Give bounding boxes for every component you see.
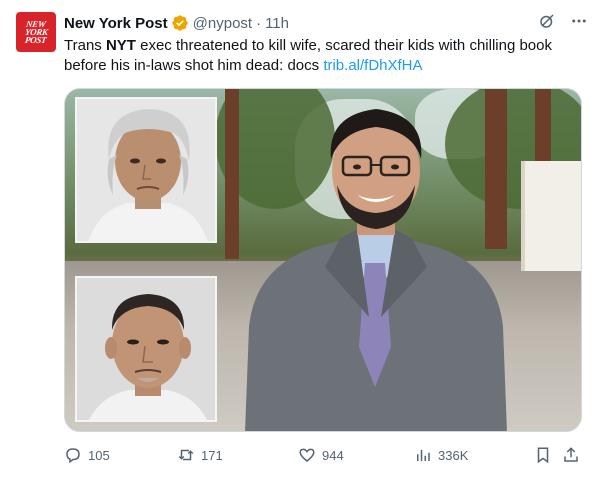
bookmark-button[interactable] bbox=[534, 444, 552, 466]
reply-button[interactable]: 105 bbox=[64, 444, 110, 466]
author-handle[interactable]: @nypost bbox=[193, 15, 252, 32]
main-photo-subject bbox=[245, 97, 507, 431]
tweet-card[interactable]: NEW YORK POST New York Post @nypost · 11… bbox=[0, 0, 602, 481]
mugshot-woman bbox=[75, 97, 217, 243]
tweet-media[interactable] bbox=[64, 88, 582, 432]
verified-badge-icon[interactable] bbox=[171, 14, 189, 32]
reply-count: 105 bbox=[88, 447, 110, 463]
tweet-text: Trans NYT exec threatened to kill wife, … bbox=[64, 36, 584, 76]
bookmark-icon bbox=[534, 446, 552, 464]
retweet-button[interactable]: 171 bbox=[177, 444, 223, 466]
avatar[interactable]: NEW YORK POST bbox=[16, 12, 56, 52]
timestamp[interactable]: 11h bbox=[265, 15, 289, 32]
top-actions bbox=[538, 12, 588, 30]
like-count: 944 bbox=[322, 447, 344, 463]
avatar-line-3: POST bbox=[24, 35, 48, 45]
views-count: 336K bbox=[438, 447, 469, 463]
separator-dot: · bbox=[256, 14, 262, 32]
author-name[interactable]: New York Post bbox=[64, 15, 168, 32]
more-icon[interactable] bbox=[570, 12, 588, 30]
tweet-text-bold: NYT bbox=[105, 37, 136, 54]
building bbox=[521, 161, 581, 271]
grok-icon[interactable] bbox=[538, 12, 556, 30]
action-bar: 105 171 944 336K bbox=[64, 444, 584, 466]
share-icon bbox=[562, 446, 580, 464]
retweet-icon bbox=[177, 446, 195, 464]
tree-trunk bbox=[225, 89, 239, 259]
views-button[interactable]: 336K bbox=[414, 444, 468, 466]
tweet-text-part1: Trans bbox=[64, 37, 106, 54]
retweet-count: 171 bbox=[201, 447, 223, 463]
reply-icon bbox=[64, 446, 82, 464]
share-button[interactable] bbox=[562, 444, 580, 466]
mugshot-man bbox=[75, 276, 217, 422]
heart-icon bbox=[298, 446, 316, 464]
tweet-header: New York Post @nypost · 11h bbox=[64, 13, 289, 33]
tweet-link[interactable]: trib.al/fDhXfHA bbox=[323, 57, 422, 74]
like-button[interactable]: 944 bbox=[298, 444, 344, 466]
tweet-text-part2: exec threatened to kill wife, scared the… bbox=[64, 37, 552, 74]
views-icon bbox=[414, 446, 432, 464]
